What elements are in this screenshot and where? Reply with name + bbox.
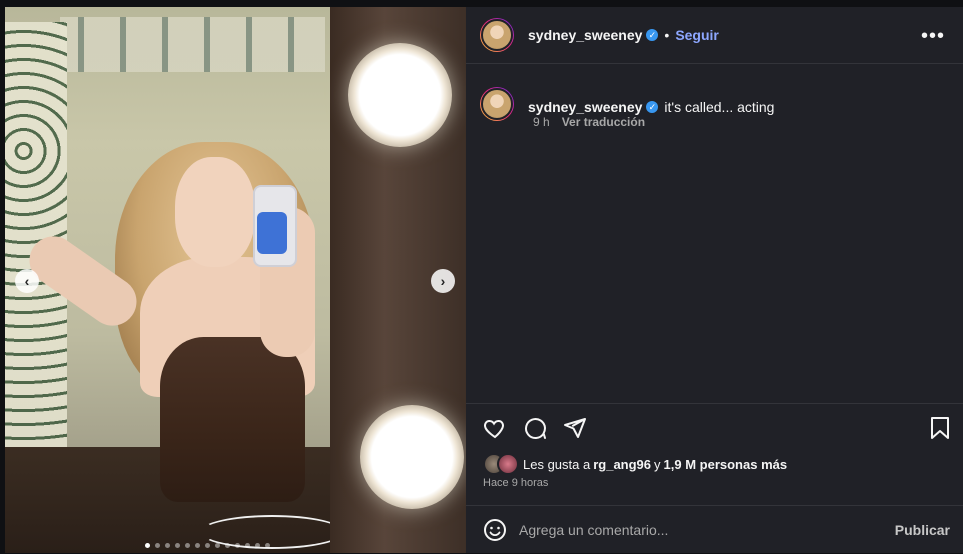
photo-corset [160, 337, 305, 502]
caption-meta: 9 h Ver traducción [533, 115, 645, 129]
likes-and: y [654, 456, 661, 472]
caption-text: it's called... acting [664, 99, 775, 115]
translate-link[interactable]: Ver traducción [562, 115, 645, 129]
header-separator: • [664, 27, 670, 43]
likes-prefix: Les gusta a [523, 456, 591, 472]
photo-face [175, 157, 255, 267]
avatar-image [481, 19, 513, 51]
caption-avatar[interactable] [480, 87, 514, 121]
caption-time: 9 h [533, 115, 550, 129]
carousel-dot[interactable] [155, 543, 160, 548]
chevron-left-icon[interactable]: ‹ [15, 269, 39, 293]
likes-count-link[interactable]: 1,9 M personas más [664, 457, 788, 472]
likes-summary: Les gusta a rg_ang96 y 1,9 M personas má… [483, 453, 787, 475]
caption-username-link[interactable]: sydney_sweeney [528, 99, 642, 115]
post-header: sydney_sweeney ✓ • Seguir ••• [466, 7, 963, 64]
carousel-dot[interactable] [255, 543, 260, 548]
post-timestamp: Hace 9 horas [483, 477, 549, 489]
likes-user-link[interactable]: rg_ang96 [593, 457, 651, 472]
carousel-dot[interactable] [245, 543, 250, 548]
carousel-dot[interactable] [205, 543, 210, 548]
more-options-icon[interactable]: ••• [921, 25, 945, 48]
carousel-dot[interactable] [235, 543, 240, 548]
comment-bar: Agrega un comentario... Publicar [466, 505, 963, 554]
verified-icon: ✓ [646, 29, 659, 41]
post-media[interactable]: ‹ › [5, 7, 466, 553]
comment-icon[interactable] [523, 416, 547, 440]
carousel-dot[interactable] [165, 543, 170, 548]
photo-bulb-bottom [360, 405, 464, 509]
caption-avatar-image [481, 88, 513, 120]
verified-icon: ✓ [646, 101, 659, 113]
share-icon[interactable] [563, 416, 587, 440]
follow-button[interactable]: Seguir [675, 27, 719, 43]
carousel-dot[interactable] [265, 543, 270, 548]
emoji-icon[interactable] [483, 518, 507, 542]
liker-avatar[interactable] [497, 453, 519, 475]
photo-wallpaper-border [60, 17, 325, 72]
carousel-dot[interactable] [145, 543, 150, 548]
action-bar [466, 403, 963, 444]
photo-phone-case [257, 212, 287, 254]
avatar[interactable] [480, 18, 514, 52]
post-side-panel: sydney_sweeney ✓ • Seguir ••• sydney_swe… [466, 7, 963, 553]
carousel-dot[interactable] [185, 543, 190, 548]
carousel-dot[interactable] [225, 543, 230, 548]
carousel-dots [145, 543, 270, 548]
carousel-dot[interactable] [175, 543, 180, 548]
publish-button[interactable]: Publicar [895, 522, 950, 538]
carousel-dot[interactable] [195, 543, 200, 548]
carousel-dot[interactable] [215, 543, 220, 548]
username-link[interactable]: sydney_sweeney [528, 27, 642, 43]
bookmark-icon[interactable] [929, 416, 951, 440]
comment-input[interactable]: Agrega un comentario... [519, 522, 668, 538]
photo-bulb-top [348, 43, 452, 147]
chevron-right-icon[interactable]: › [431, 269, 455, 293]
heart-icon[interactable] [483, 416, 507, 440]
